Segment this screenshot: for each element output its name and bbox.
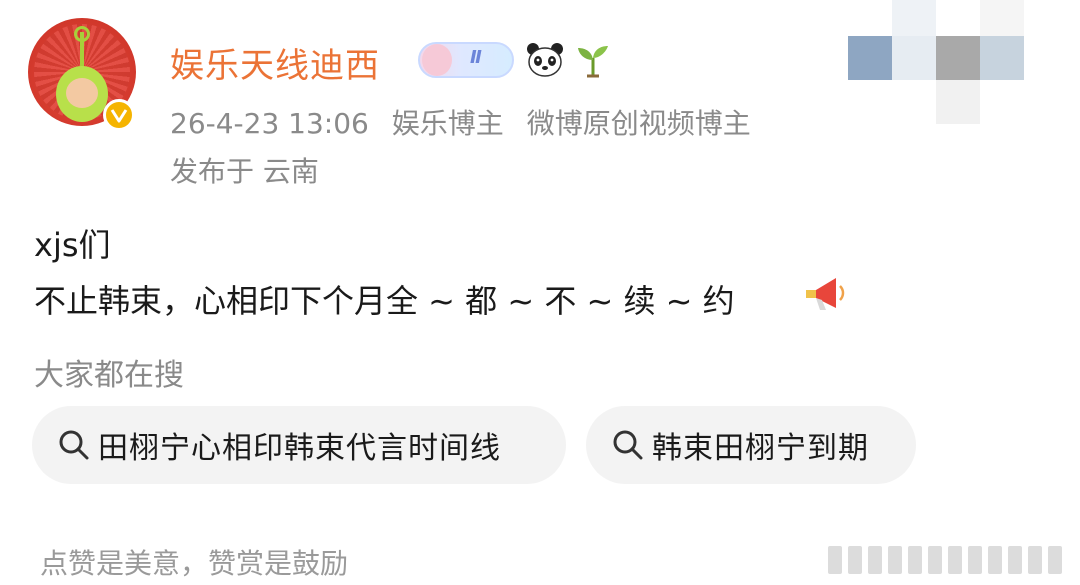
avatar-character-face bbox=[66, 78, 98, 108]
reward-prompt: 点赞是美意，赞赏是鼓励 bbox=[40, 547, 349, 580]
post-timestamp[interactable]: 26-4-23 13:06 bbox=[170, 107, 369, 140]
author-name[interactable]: 娱乐天线迪西 bbox=[170, 38, 380, 87]
trending-search-title: 大家都在搜 bbox=[34, 358, 184, 393]
post-text-line2: 不止韩束，心相印下个月全 ~ 都 ~ 不 ~ 续 ~ 约 bbox=[34, 282, 735, 320]
search-icon bbox=[56, 427, 92, 463]
megaphone-icon bbox=[802, 274, 850, 314]
trending-search-chip[interactable]: 韩束田栩宁到期 bbox=[586, 406, 916, 484]
trending-search-chip[interactable]: 田栩宁心相印韩束代言时间线 bbox=[32, 406, 566, 484]
post-location: 发布于 云南 bbox=[170, 155, 319, 188]
post-meta: 26-4-23 13:06 娱乐博主 微博原创视频博主 bbox=[170, 102, 773, 142]
post-text-line1: xjs们 bbox=[34, 226, 111, 264]
author-role-entertainment: 娱乐博主 bbox=[391, 107, 504, 140]
search-icon bbox=[610, 427, 646, 463]
trending-search-label: 田栩宁心相印韩束代言时间线 bbox=[98, 431, 501, 466]
author-role-video: 微博原创视频博主 bbox=[526, 107, 751, 140]
sprout-icon bbox=[576, 42, 610, 78]
verified-icon bbox=[103, 99, 135, 131]
trending-search-label: 韩束田栩宁到期 bbox=[652, 431, 869, 466]
bear-icon bbox=[422, 44, 452, 76]
level-badge-label: Ⅱ bbox=[470, 47, 482, 68]
level-badge[interactable]: Ⅱ bbox=[418, 42, 514, 78]
panda-icon bbox=[526, 42, 564, 78]
avatar-antenna-stem bbox=[80, 32, 84, 68]
